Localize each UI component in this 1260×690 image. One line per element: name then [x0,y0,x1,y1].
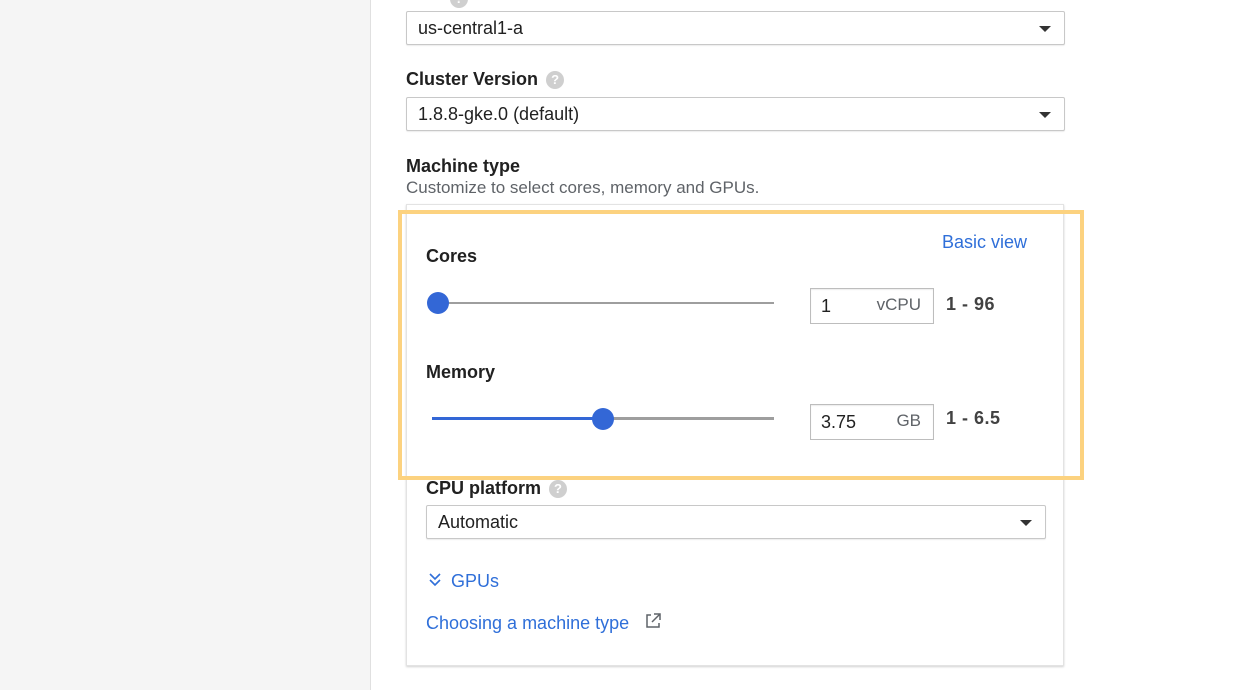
help-icon[interactable]: ? [546,71,565,89]
zone-select-value: us-central1-a [418,18,524,38]
choosing-machine-type-link[interactable]: Choosing a machine type [426,613,629,634]
dropdown-caret-icon [1020,520,1032,526]
help-icon[interactable]: ? [549,480,568,498]
machine-type-description: Customize to select cores, memory and GP… [406,178,760,197]
left-panel [0,0,371,690]
gpus-link[interactable]: GPUs [451,571,499,592]
dropdown-caret-icon [1039,26,1051,32]
cluster-version-select[interactable]: 1.8.8-gke.0 (default) [406,97,1065,131]
cluster-version-label: Cluster Version? [406,69,565,90]
double-chevron-down-icon[interactable] [428,571,442,589]
zone-help-icon[interactable]: ? [450,0,468,8]
cpu-platform-select[interactable]: Automatic [426,505,1046,539]
cpu-platform-label: CPU platform? [426,478,568,499]
zone-select[interactable]: us-central1-a [406,11,1065,45]
cluster-version-value: 1.8.8-gke.0 (default) [418,104,580,124]
machine-type-label: Machine type [406,156,521,176]
cpu-platform-value: Automatic [438,512,519,532]
external-link-icon[interactable] [644,612,662,630]
dropdown-caret-icon [1039,112,1051,118]
highlight-box [398,210,1084,480]
